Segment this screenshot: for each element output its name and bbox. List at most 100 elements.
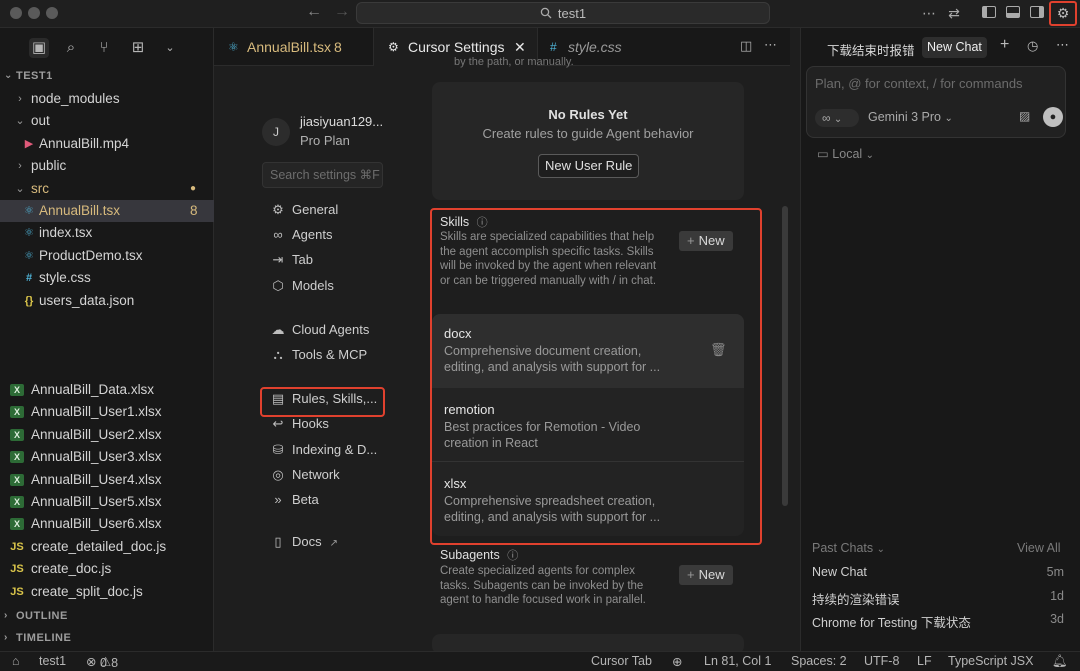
- folder-item[interactable]: ⌄ out: [0, 110, 214, 132]
- file-item[interactable]: JS create_detailed_doc.js: [0, 536, 214, 558]
- file-item[interactable]: X AnnualBill_User4.xlsx: [0, 469, 214, 491]
- chat-tab-new[interactable]: New Chat: [922, 37, 987, 58]
- file-item[interactable]: ⚛ ProductDemo.tsx: [0, 245, 214, 267]
- search-icon[interactable]: ⌕: [61, 38, 81, 58]
- settings-nav-item-agents[interactable]: ∞ Agents: [270, 224, 332, 246]
- chevron-right-icon[interactable]: ›: [14, 88, 26, 110]
- settings-nav-item-models[interactable]: ⬡ Models: [270, 275, 334, 297]
- files-icon[interactable]: ▣: [29, 38, 49, 58]
- chevron-right-icon[interactable]: ›: [14, 155, 26, 177]
- settings-nav-item-docs[interactable]: ▯ Docs ↗: [270, 531, 338, 553]
- agent-mode-select[interactable]: ∞ ⌄: [815, 109, 859, 127]
- indentation-status[interactable]: Spaces: 2: [791, 654, 847, 668]
- view-all-link[interactable]: View All: [1017, 541, 1061, 555]
- settings-search-input[interactable]: Search settings ⌘F: [262, 162, 383, 188]
- image-icon[interactable]: ▨: [1019, 109, 1030, 123]
- toggle-chat-icon[interactable]: [1028, 4, 1046, 22]
- chat-input-box[interactable]: Plan, @ for context, / for commands ∞ ⌄ …: [806, 66, 1066, 138]
- file-item[interactable]: X AnnualBill_User1.xlsx: [0, 401, 214, 423]
- explorer-project-header[interactable]: ⌄ TEST1: [0, 65, 214, 87]
- file-item[interactable]: X AnnualBill_User5.xlsx: [0, 491, 214, 513]
- new-user-rule-button[interactable]: New User Rule: [538, 154, 640, 178]
- folder-item[interactable]: ⌄ src ●: [0, 178, 214, 200]
- file-item[interactable]: {} users_data.json: [0, 290, 214, 312]
- settings-nav-item-tab[interactable]: ⇥ Tab: [270, 249, 313, 271]
- file-item[interactable]: X AnnualBill_User3.xlsx: [0, 446, 214, 468]
- timeline-section[interactable]: › TIMELINE: [0, 627, 214, 649]
- settings-nav-item-cloud-agents[interactable]: ☁ Cloud Agents: [270, 319, 370, 341]
- nav-label: Tools & MCP: [292, 347, 368, 362]
- user-name: jiasiyuan129...: [300, 114, 384, 129]
- add-chat-icon[interactable]: +: [1000, 36, 1009, 54]
- source-control-icon[interactable]: ⑂: [94, 38, 114, 58]
- file-item[interactable]: ▶ AnnualBill.mp4: [0, 133, 214, 155]
- remote-icon[interactable]: ⌂: [12, 654, 20, 668]
- tree-item-label: src: [31, 180, 49, 196]
- encoding-status[interactable]: UTF-8: [864, 654, 899, 668]
- help-icon[interactable]: ⓘ: [507, 550, 518, 562]
- chevron-down-icon[interactable]: ⌄: [160, 38, 180, 58]
- maximize-window-button[interactable]: [46, 7, 58, 19]
- file-item[interactable]: X AnnualBill_User2.xlsx: [0, 424, 214, 446]
- scrollbar[interactable]: [782, 206, 788, 506]
- past-chat-item[interactable]: New Chat 5m: [812, 565, 1064, 583]
- notifications-bell-icon[interactable]: 🔔︎: [1052, 654, 1068, 669]
- file-item[interactable]: JS create_doc.js: [0, 558, 214, 580]
- clipped-text: by the path, or manually.: [454, 56, 574, 68]
- more-icon[interactable]: ⋯: [920, 4, 938, 22]
- forward-arrow-icon[interactable]: →: [334, 3, 350, 21]
- file-item[interactable]: JS create_split_doc.js: [0, 581, 214, 603]
- settings-nav-item-indexing-d[interactable]: ⛁ Indexing & D...: [270, 439, 378, 461]
- chat-tab-previous[interactable]: 下载结束时报错: [827, 40, 915, 59]
- history-icon[interactable]: ◷: [1027, 38, 1038, 54]
- outline-section[interactable]: › OUTLINE: [0, 605, 214, 627]
- new-subagent-button[interactable]: + New: [679, 565, 733, 585]
- more-icon[interactable]: ⋯: [1056, 37, 1069, 53]
- tree-item-label: AnnualBill.mp4: [39, 135, 130, 151]
- past-chat-item[interactable]: Chrome for Testing 下载状态 3d: [812, 612, 1064, 630]
- minimize-window-button[interactable]: [28, 7, 40, 19]
- toggle-sidebar-icon[interactable]: [980, 4, 998, 22]
- file-item[interactable]: X AnnualBill_Data.xlsx: [0, 379, 214, 401]
- settings-nav-item-network[interactable]: ◎ Network: [270, 464, 339, 486]
- tab-annualbill[interactable]: ⚛ AnnualBill.tsx 8: [214, 28, 374, 66]
- folder-item[interactable]: › public: [0, 155, 214, 177]
- file-item[interactable]: X AnnualBill_User6.xlsx: [0, 513, 214, 535]
- swap-icon[interactable]: ⇄: [945, 4, 963, 22]
- cursor-position[interactable]: Ln 81, Col 1: [704, 654, 771, 668]
- toggle-panel-icon[interactable]: [1004, 4, 1022, 22]
- nav-icon: ▯: [274, 534, 282, 549]
- file-item[interactable]: ⚛ AnnualBill.tsx 8: [0, 200, 214, 222]
- back-arrow-icon[interactable]: ←: [306, 3, 322, 21]
- zoom-icon[interactable]: ⊕: [672, 654, 682, 669]
- folder-item[interactable]: › node_modules: [0, 88, 214, 110]
- split-editor-icon[interactable]: ◫: [740, 38, 752, 54]
- language-status[interactable]: TypeScript JSX: [948, 654, 1033, 668]
- eol-status[interactable]: LF: [917, 654, 932, 668]
- past-chat-time: 5m: [1046, 565, 1064, 579]
- more-actions-icon[interactable]: ⋯: [764, 37, 777, 53]
- chat-input[interactable]: Plan, @ for context, / for commands: [815, 76, 1023, 91]
- modified-dot-icon: ●: [190, 182, 197, 194]
- status-project[interactable]: test1: [39, 654, 66, 668]
- command-center-search[interactable]: test1: [356, 2, 770, 24]
- past-chats-label[interactable]: Past Chats ⌄: [812, 541, 885, 555]
- settings-nav-item-general[interactable]: ⚙ General: [270, 199, 338, 221]
- file-item[interactable]: ⚛ index.tsx: [0, 222, 214, 244]
- location-select[interactable]: ▭ Local ⌄: [817, 146, 874, 161]
- close-window-button[interactable]: [10, 7, 22, 19]
- microphone-icon[interactable]: ●: [1043, 107, 1063, 127]
- problems-indicator[interactable]: ⊗ 0 ⚠ 8: [86, 654, 118, 670]
- settings-nav-item-beta[interactable]: » Beta: [270, 489, 318, 511]
- problem-count-badge: 8: [190, 203, 198, 218]
- chevron-down-icon[interactable]: ⌄: [14, 178, 26, 200]
- chevron-down-icon[interactable]: ⌄: [14, 110, 26, 132]
- settings-nav-item-tools-mcp[interactable]: ⛬ Tools & MCP: [270, 344, 367, 366]
- file-item[interactable]: # style.css: [0, 267, 214, 289]
- extensions-icon[interactable]: ⊞: [128, 38, 148, 58]
- nav-icon: ∞: [273, 227, 283, 242]
- cursor-tab-status[interactable]: Cursor Tab: [591, 654, 652, 668]
- model-select[interactable]: Gemini 3 Pro ⌄: [868, 110, 953, 124]
- past-chat-item[interactable]: 持续的渲染错误 1d: [812, 589, 1064, 607]
- settings-gear-icon[interactable]: ⚙: [1049, 1, 1077, 26]
